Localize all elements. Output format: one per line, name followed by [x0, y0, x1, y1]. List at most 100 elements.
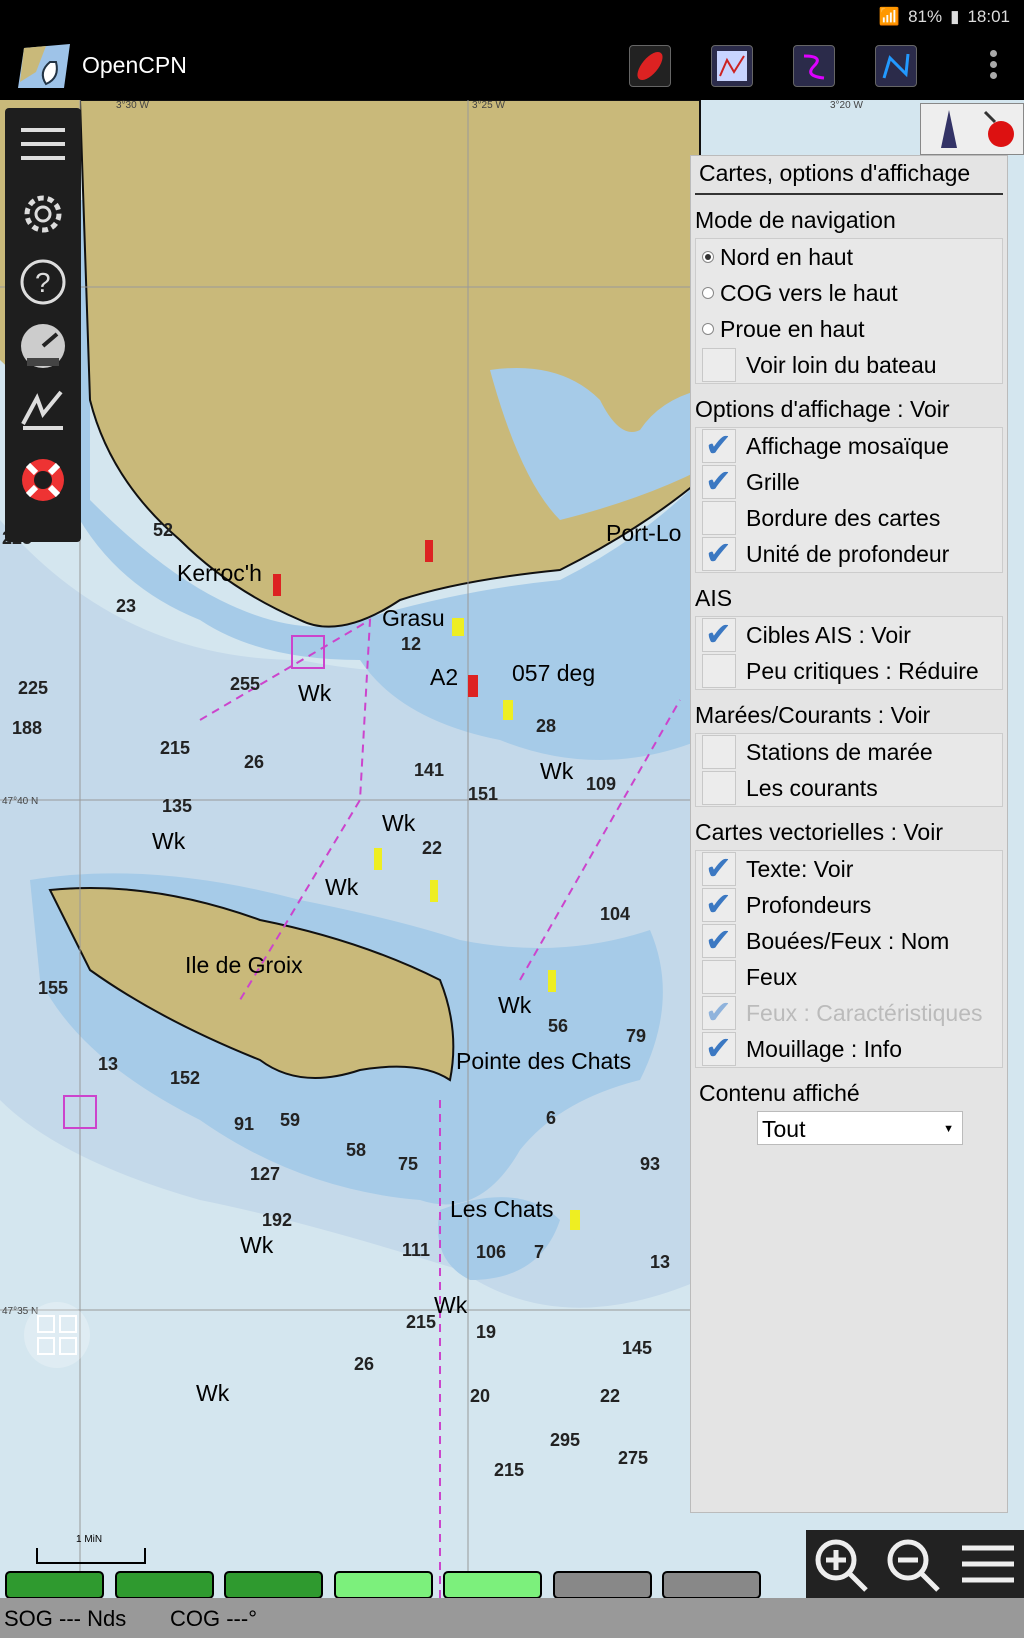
wpt-icon: [882, 53, 910, 79]
radio-heading-up[interactable]: Proue en haut: [696, 311, 1002, 347]
chart-quilt-pill[interactable]: [662, 1571, 761, 1599]
content-select[interactable]: Tout ▼: [757, 1111, 963, 1145]
grid-label: 3°30 W: [116, 100, 149, 111]
chart-quilt-pill[interactable]: [224, 1571, 323, 1599]
sounding: 109: [586, 774, 617, 794]
sounding: 28: [536, 716, 557, 736]
status-bar: 📶 81% ▮ 18:01: [0, 0, 1024, 32]
radio-cog-up[interactable]: COG vers le haut: [696, 275, 1002, 311]
wreck-label: Wk: [540, 758, 574, 784]
checkbox-depth-unit[interactable]: Unité de profondeur: [696, 534, 1002, 572]
tides-group: Stations de marée Les courants: [695, 733, 1003, 807]
checkbox-buoy-names[interactable]: Bouées/Feux : Nom: [696, 921, 1002, 959]
grid-label: 3°20 W: [830, 100, 863, 111]
nav-status-bar: SOG --- Nds COG ---°: [0, 1598, 1024, 1638]
more-icon[interactable]: [990, 50, 998, 80]
ais-group: Cibles AIS : Voir Peu critiques : Réduir…: [695, 615, 1003, 690]
sounding: 192: [262, 1210, 293, 1230]
wreck-label: Wk: [298, 680, 332, 706]
checkbox-tiled-display[interactable]: Affichage mosaïque: [696, 426, 1002, 464]
checkbox-depths[interactable]: Profondeurs: [696, 885, 1002, 923]
gear-icon[interactable]: [17, 188, 69, 240]
checkbox-look-ahead[interactable]: Voir loin du bateau: [696, 347, 1002, 383]
sounding: 20: [470, 1386, 491, 1406]
help-icon[interactable]: ?: [17, 256, 69, 308]
checkbox-tide-stations[interactable]: Stations de marée: [696, 734, 1002, 770]
checkbox-lights[interactable]: Feux: [696, 959, 1002, 995]
route-button[interactable]: [711, 45, 753, 87]
checkbox-grid[interactable]: Grille: [696, 462, 1002, 500]
sounding: 275: [618, 1448, 649, 1468]
checkbox-anchorage-info[interactable]: Mouillage : Info: [696, 1029, 1002, 1067]
sounding: 104: [600, 904, 631, 924]
hamburger-menu-icon[interactable]: [17, 118, 69, 170]
sounding: 79: [626, 1026, 647, 1046]
sounding: 106: [476, 1242, 507, 1262]
waypoint-button[interactable]: [875, 45, 917, 87]
sounding: 215: [494, 1460, 525, 1480]
sounding: 58: [346, 1140, 367, 1160]
battery-icon: ▮: [950, 7, 960, 26]
tides-heading: Marées/Courants : Voir: [695, 702, 931, 728]
nav-mode-heading: Mode de navigation: [695, 207, 896, 233]
sounding: 59: [280, 1110, 301, 1130]
bearing-label: 057 deg: [512, 660, 596, 686]
sounding: 91: [234, 1114, 255, 1134]
tile-toggle-button[interactable]: [24, 1302, 90, 1368]
place-label: Ile de Groix: [185, 952, 303, 978]
zoom-bar: [806, 1530, 1024, 1598]
wreck-label: Wk: [382, 810, 416, 836]
zoom-out-icon[interactable]: [882, 1536, 944, 1592]
checkbox-chart-outlines[interactable]: Bordure des cartes: [696, 500, 1002, 536]
zoom-in-icon[interactable]: [810, 1536, 872, 1592]
cog-readout: COG ---°: [170, 1606, 258, 1631]
chart-quilt-pill[interactable]: [552, 1571, 652, 1599]
checkbox-light-descriptions: Feux : Caractéristiques: [696, 993, 1002, 1031]
ais-heading: AIS: [695, 585, 733, 611]
checkbox-ais-minimize[interactable]: Peu critiques : Réduire: [696, 653, 1002, 689]
tool-red-button[interactable]: [629, 45, 671, 87]
chart-quilt-pill[interactable]: [5, 1571, 104, 1599]
sounding: 188: [12, 718, 43, 738]
route-manager-icon[interactable]: [17, 384, 69, 436]
chart-quilt-pill[interactable]: [114, 1571, 214, 1599]
sounding: 26: [244, 752, 265, 772]
sounding: 22: [422, 838, 443, 858]
content-label: Contenu affiché: [699, 1080, 860, 1106]
sounding: 56: [548, 1016, 569, 1036]
opencpn-logo-icon: [18, 44, 70, 88]
sounding: 215: [406, 1312, 437, 1332]
sounding: 6: [546, 1108, 557, 1128]
compass-widget[interactable]: [920, 103, 1024, 155]
wreck-label: Wk: [325, 874, 359, 900]
menu-icon[interactable]: [956, 1536, 1018, 1592]
checkbox-text[interactable]: Texte: Voir: [696, 849, 1002, 887]
scale-bar: 1 MiN: [36, 1534, 146, 1564]
sounding: 141: [414, 760, 445, 780]
route-icon: [717, 51, 747, 81]
app-title: OpenCPN: [82, 52, 187, 78]
sounding: 26: [354, 1354, 375, 1374]
sounding: 52: [153, 520, 174, 540]
track-button[interactable]: [793, 45, 835, 87]
sounding: 127: [250, 1164, 281, 1184]
dashboard-icon[interactable]: [17, 318, 69, 370]
chart-quilt-pill[interactable]: [333, 1571, 433, 1599]
wreck-label: Wk: [434, 1292, 468, 1318]
radio-north-up[interactable]: Nord en haut: [696, 239, 1002, 275]
place-label: Grasu: [382, 605, 445, 631]
left-toolbar: ?: [5, 108, 81, 542]
sounding: 22: [600, 1386, 621, 1406]
wreck-label: Wk: [240, 1232, 274, 1258]
sounding: 13: [650, 1252, 671, 1272]
panel-title: Cartes, options d'affichage: [695, 156, 1003, 195]
mob-lifebuoy-icon[interactable]: [17, 454, 69, 506]
svg-text:?: ?: [35, 267, 51, 298]
checkbox-ais-targets[interactable]: Cibles AIS : Voir: [696, 615, 1002, 653]
place-label: Pointe des Chats: [456, 1048, 632, 1074]
place-label: A2: [430, 664, 459, 690]
chart-quilt-pill[interactable]: [443, 1571, 542, 1599]
checkbox-currents[interactable]: Les courants: [696, 770, 1002, 806]
sog-readout: SOG --- Nds: [4, 1606, 127, 1631]
sounding: 19: [476, 1322, 497, 1342]
